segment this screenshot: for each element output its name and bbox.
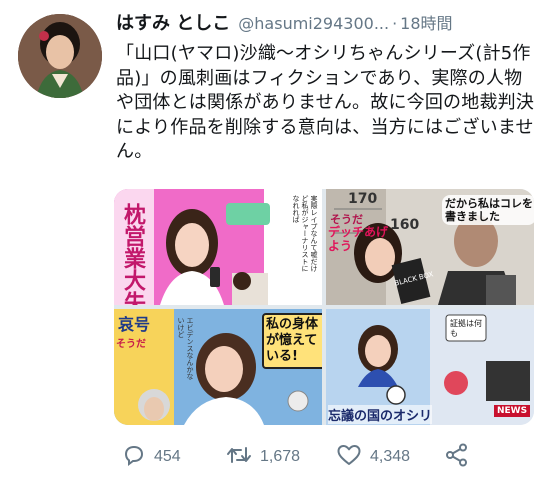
media-image-3[interactable]: 哀号 エビデンスなんかないけど そうだ 私の身体が憶えている!: [114, 309, 322, 425]
tile3-speech: 私の身体が憶えている!: [262, 313, 322, 369]
tweet-header: はすみ としこ @hasumi294300... · 18時間: [116, 10, 540, 38]
tile4-sub: 証拠は何も: [450, 319, 482, 338]
share-icon: [444, 442, 470, 473]
tile3-small-speech: エビデンスなんかないけど: [177, 317, 194, 380]
display-name[interactable]: はすみ としこ: [116, 13, 230, 34]
user-handle[interactable]: @hasumi294300...: [238, 14, 389, 33]
like-button[interactable]: 4,348: [336, 440, 410, 474]
tile2-number-1: 170: [348, 191, 378, 207]
media-image-2[interactable]: 170 160 そうだ デッチあげよう だから私はコレを書きました BLACK …: [326, 189, 534, 305]
retweet-icon: [226, 443, 252, 472]
retweet-button[interactable]: 1,678: [226, 440, 300, 474]
like-count: 4,348: [370, 448, 411, 465]
tile1-vertical-title: 枕営業大失敗: [120, 203, 146, 305]
reply-button[interactable]: 454: [122, 440, 181, 474]
tile2-speech: だから私はコレを書きました: [442, 195, 534, 225]
tweet-actions: 454 1,678 4,348: [114, 440, 534, 474]
tile1-speech-balloon: 実際レイプなんて嘘だけど私がジャーナリストになれれば: [292, 195, 318, 272]
tile4-news-badge: NEWS: [494, 405, 531, 417]
media-grid: 枕営業大失敗 実際レイプなんて嘘だけど私がジャーナリストになれれば 170 16…: [114, 189, 534, 425]
tile3-caption-left: 哀号: [118, 315, 151, 334]
reply-count: 454: [154, 448, 181, 465]
tweet-text: 「山口(ヤマロ)沙織〜オシリちゃんシリーズ(計5作品)」の風刺画はフィクションで…: [116, 43, 535, 162]
retweet-count: 1,678: [260, 448, 301, 465]
share-button[interactable]: [444, 440, 470, 474]
tile4-caption: 忘議の国のオシリ: [328, 405, 432, 424]
like-icon: [336, 443, 362, 472]
media-image-1[interactable]: 枕営業大失敗 実際レイプなんて嘘だけど私がジャーナリストになれれば: [114, 189, 322, 305]
timestamp[interactable]: 18時間: [400, 14, 452, 33]
tile2-caption-main: デッチあげよう: [328, 225, 388, 253]
separator-dot: ·: [392, 14, 398, 33]
media-image-4[interactable]: 忘議の国のオシリ 証拠は何も NEWS: [326, 309, 534, 425]
avatar[interactable]: [18, 14, 102, 98]
tile3-caption-top: そうだ: [116, 339, 146, 350]
reply-icon: [122, 443, 146, 472]
tile2-number-2: 160: [390, 217, 420, 233]
